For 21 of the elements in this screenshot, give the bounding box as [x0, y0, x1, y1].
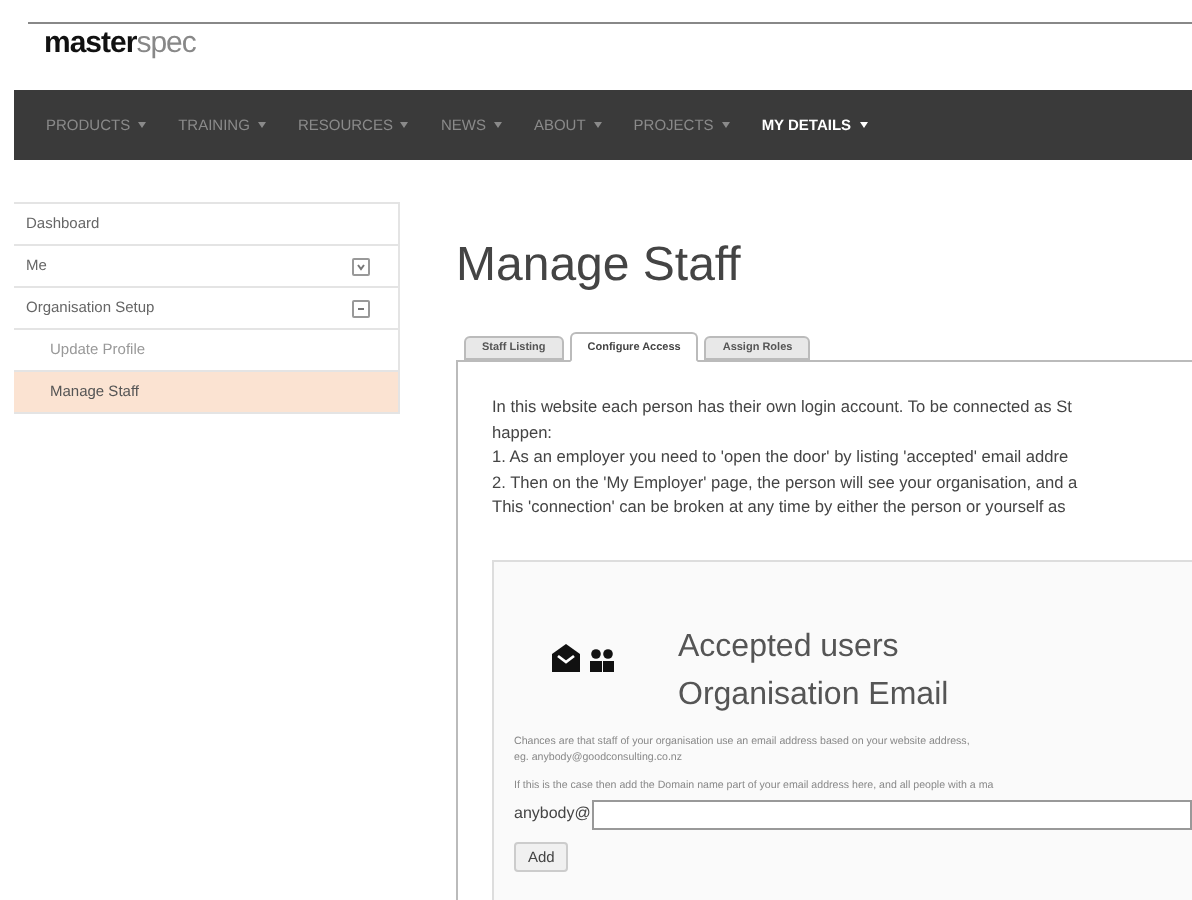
card-subtitle: Organisation Email: [678, 675, 949, 715]
caret-icon: [593, 122, 602, 128]
intro-text: 1. As an employer you need to 'open the door' by listing 'accepted' email addre: [492, 444, 1069, 469]
domain-input[interactable]: [592, 799, 1192, 829]
intro-text: 2. Then on the 'My Employer' page, the person will see your organisation, and a: [492, 469, 1078, 494]
card-title: Accepted users: [678, 627, 899, 667]
intro-text: In this website each person has their own login account. To be connected as St: [492, 394, 1072, 419]
caret-icon: [400, 122, 409, 128]
collapse-icon[interactable]: [352, 299, 370, 317]
field-label: anybody@: [514, 802, 591, 826]
intro-text: happen:: [492, 419, 552, 444]
intro-text: This 'connection' can be broken at any time by either the person or yourself as: [492, 494, 1066, 519]
envelope-people-icon: [550, 643, 618, 671]
caret-icon: [257, 122, 266, 128]
caret-icon: [138, 122, 147, 128]
expand-icon[interactable]: [352, 257, 370, 275]
caret-icon: [721, 122, 730, 128]
caret-icon: [493, 122, 502, 128]
caret-icon: [859, 122, 868, 128]
logo[interactable]: masterspec: [44, 26, 196, 62]
page-title: Manage Staff: [456, 238, 741, 294]
